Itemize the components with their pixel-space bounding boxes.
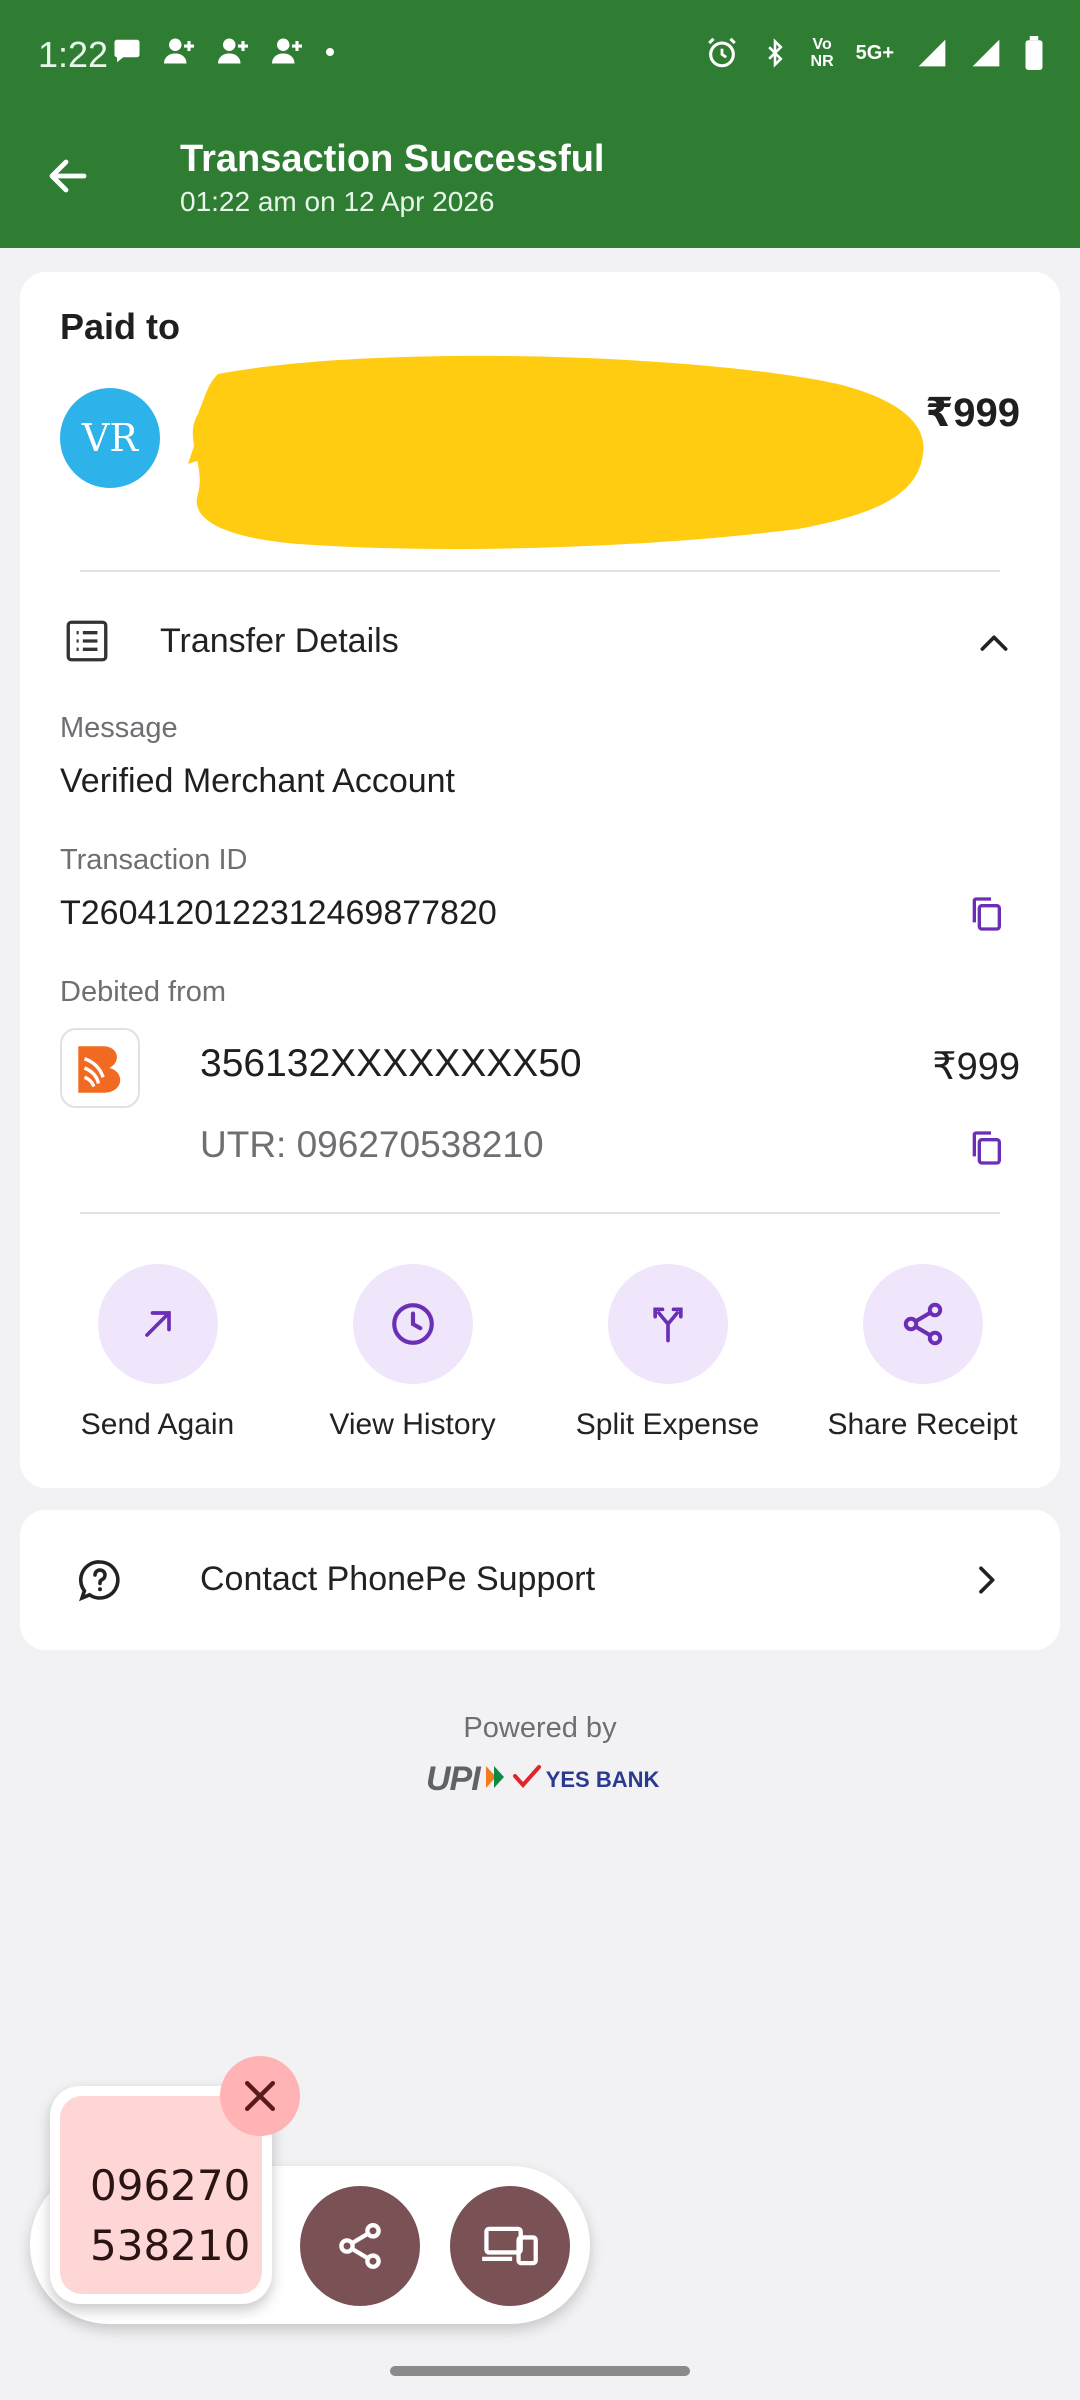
contact-support-row[interactable]: Contact PhonePe Support bbox=[20, 1510, 1060, 1650]
share-receipt-button[interactable]: Share Receipt bbox=[803, 1264, 1043, 1442]
bank-logo-icon bbox=[60, 1028, 140, 1108]
divider bbox=[80, 1212, 1000, 1214]
divider bbox=[80, 570, 1000, 572]
transaction-id-value: T2604120122312469877820 bbox=[60, 894, 497, 932]
split-icon[interactable] bbox=[607, 1264, 728, 1384]
transfer-details-toggle[interactable]: Transfer Details bbox=[160, 622, 399, 661]
clock-icon[interactable] bbox=[352, 1264, 473, 1384]
person-add-icon bbox=[216, 36, 250, 66]
action-row: Send Again View History Split Expense Sh… bbox=[20, 1264, 1060, 1442]
person-add-icon bbox=[270, 36, 304, 66]
signal-strength-icon bbox=[916, 37, 948, 69]
debited-from-label: Debited from bbox=[60, 976, 227, 1008]
copy-icon[interactable] bbox=[966, 1128, 1006, 1173]
upi-arrow-icon bbox=[484, 1764, 508, 1795]
back-arrow-icon[interactable] bbox=[44, 152, 92, 205]
chevron-right-icon bbox=[966, 1560, 1006, 1605]
copied-code-bubble-inner: 096270 538210 bbox=[60, 2096, 262, 2294]
split-expense-button[interactable]: Split Expense bbox=[548, 1264, 788, 1442]
copy-icon[interactable] bbox=[966, 894, 1006, 939]
chevron-up-icon[interactable] bbox=[974, 624, 1014, 669]
home-indicator[interactable] bbox=[390, 2366, 690, 2376]
status-time: 1:22 bbox=[38, 34, 109, 75]
page-title: Transaction Successful bbox=[180, 138, 605, 180]
status-notification-icons bbox=[112, 36, 336, 66]
share-icon bbox=[339, 2223, 381, 2269]
action-label: Share Receipt bbox=[827, 1408, 1018, 1441]
check-mark-icon bbox=[512, 1764, 542, 1795]
debit-amount: ₹999 bbox=[932, 1046, 1020, 1088]
account-number: 356132XXXXXXXX50 bbox=[200, 1042, 582, 1085]
status-bar: 1:22 Vo NR 5G+ bbox=[0, 0, 1080, 110]
devices-icon bbox=[482, 2226, 538, 2266]
avatar: VR bbox=[60, 388, 160, 488]
yes-bank-logo: YES BANK bbox=[545, 1766, 660, 1792]
alarm-icon bbox=[705, 36, 739, 70]
view-history-button[interactable]: View History bbox=[293, 1264, 533, 1442]
chat-bubble-icon bbox=[112, 36, 142, 66]
powered-by-label: Powered by bbox=[463, 1712, 617, 1744]
transaction-datetime: 01:22 am on 12 Apr 2026 bbox=[180, 186, 495, 217]
paid-amount: ₹999 bbox=[925, 391, 1020, 435]
help-circle-icon bbox=[76, 1556, 124, 1609]
transaction-id-label: Transaction ID bbox=[60, 844, 248, 876]
battery-icon bbox=[1024, 36, 1044, 70]
dot-icon bbox=[324, 36, 336, 66]
signal-strength-icon bbox=[970, 37, 1002, 69]
app-header: 1:22 Vo NR 5G+ Transaction Successful 01… bbox=[0, 0, 1080, 248]
copied-code-text: 096270 538210 bbox=[90, 2161, 251, 2270]
action-label: View History bbox=[329, 1408, 496, 1441]
volte-indicator: Vo NR bbox=[810, 36, 834, 70]
status-system-icons: Vo NR 5G+ bbox=[705, 36, 1044, 70]
action-label: Split Expense bbox=[575, 1408, 760, 1441]
upi-logo: UPI bbox=[426, 1760, 481, 1798]
overlay-share-button[interactable] bbox=[300, 2186, 420, 2306]
close-icon bbox=[244, 2080, 276, 2112]
action-label: Send Again bbox=[80, 1408, 235, 1441]
receipt-list-icon bbox=[62, 616, 112, 671]
overlay-devices-button[interactable] bbox=[450, 2186, 570, 2306]
arrow-up-right-icon[interactable] bbox=[97, 1264, 218, 1384]
person-add-icon bbox=[162, 36, 196, 66]
utr-number: UTR: 096270538210 bbox=[200, 1124, 544, 1165]
transaction-details-card: Paid to VR ₹999 Transfer Details Message… bbox=[20, 272, 1060, 1488]
network-type-indicator: 5G+ bbox=[855, 41, 894, 64]
partner-logos: UPI YES BANK bbox=[426, 1760, 659, 1799]
bluetooth-icon bbox=[761, 36, 789, 70]
support-label: Contact PhonePe Support bbox=[200, 1560, 596, 1598]
message-label: Message bbox=[60, 712, 178, 744]
send-again-button[interactable]: Send Again bbox=[38, 1264, 278, 1442]
paid-to-label: Paid to bbox=[60, 306, 181, 347]
redaction-scribble bbox=[188, 355, 924, 549]
close-overlay-button[interactable] bbox=[220, 2056, 300, 2136]
message-value: Verified Merchant Account bbox=[60, 762, 456, 800]
share-icon[interactable] bbox=[862, 1264, 983, 1384]
